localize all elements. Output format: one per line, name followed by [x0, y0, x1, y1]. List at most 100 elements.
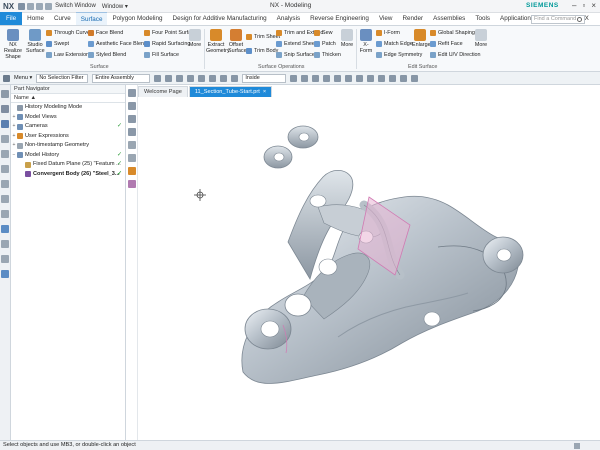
snap-face-icon[interactable] [389, 74, 397, 82]
tree-row[interactable]: Convergent Body (26) "Steel_3... ✓ [11, 170, 125, 180]
selection-filter-select[interactable]: No Selection Filter [36, 73, 89, 83]
feature-icon[interactable] [231, 74, 239, 82]
tab-polygon-modeling[interactable]: Polygon Modeling [107, 12, 167, 25]
visibility-check[interactable]: ✓ [117, 151, 122, 161]
tree-row[interactable]: + User Expressions [11, 132, 125, 142]
filter-icon[interactable] [154, 74, 162, 82]
history-icon[interactable] [1, 180, 9, 188]
edge-symmetry-button[interactable]: Edge Symmetry [376, 52, 422, 58]
through-curves-button[interactable]: Through Curves [46, 30, 93, 36]
patch-button[interactable]: Patch [314, 41, 336, 47]
tree-row[interactable]: − Model History ✓ [11, 151, 125, 161]
snap-endpoint-icon[interactable] [290, 74, 298, 82]
tree-row[interactable]: + Non-timestamp Geometry [11, 141, 125, 151]
rotate-icon[interactable] [127, 128, 136, 136]
snap-grid-icon[interactable] [356, 74, 364, 82]
match-edge-button[interactable]: Match Edge [376, 41, 413, 47]
minimize-icon[interactable]: – [572, 1, 576, 10]
bracket-body[interactable] [241, 125, 524, 384]
tab-reverse-engineering[interactable]: Reverse Engineering [305, 12, 374, 25]
snap-center-icon[interactable] [312, 74, 320, 82]
law-extension-button[interactable]: Law Extension [46, 52, 89, 58]
snap-icon[interactable] [165, 74, 173, 82]
tab-surface[interactable]: Surface [75, 12, 108, 25]
xform-button[interactable]: X-Form [358, 29, 374, 54]
tab-part-file[interactable]: 11_Section_Tube-Start.prt × [188, 86, 273, 97]
nx-realize-shape-button[interactable]: NX Realize Shape [3, 29, 23, 60]
visibility-check[interactable]: ✓ [117, 122, 122, 132]
studio-surface-button[interactable]: Studio Surface [26, 29, 45, 54]
more-edit-button[interactable]: More [474, 29, 488, 48]
fit-view-icon[interactable] [127, 89, 136, 97]
tab-application[interactable]: Application [495, 12, 536, 25]
tab-curve[interactable]: Curve [49, 12, 76, 25]
select-icon[interactable] [176, 74, 184, 82]
menu-button[interactable]: Menu ▾ [14, 75, 32, 81]
zoom-icon[interactable] [127, 102, 136, 110]
visibility-check[interactable]: ✓ [117, 170, 122, 180]
edit-uv-direction-button[interactable]: Edit U/V Direction [430, 52, 481, 58]
clip-section-icon[interactable] [127, 180, 136, 188]
tab-design-for-additive[interactable]: Design for Additive Manufacturing [168, 12, 272, 25]
snap-quadrant-icon[interactable] [323, 74, 331, 82]
switch-window-button[interactable]: Switch Window [52, 3, 99, 9]
undo-icon[interactable] [27, 2, 35, 10]
shaded-icon[interactable] [127, 154, 136, 162]
tab-assemblies[interactable]: Assemblies [428, 12, 470, 25]
navigator-column-header[interactable]: Name ▲ [11, 94, 125, 103]
assembly-navigator-icon[interactable] [1, 90, 9, 98]
global-shaping-button[interactable]: Global Shaping [430, 30, 475, 36]
more-operations-button[interactable]: More [340, 29, 354, 48]
tab-home[interactable]: Home [22, 12, 49, 25]
snap-vertex-icon[interactable] [411, 74, 419, 82]
save-icon[interactable] [18, 2, 26, 10]
face-icon[interactable] [209, 74, 217, 82]
face-blend-button[interactable]: Face Blend [88, 30, 123, 36]
sew-button[interactable]: Sew [314, 30, 333, 36]
selection-scope-select[interactable]: Entire Assembly [92, 73, 151, 83]
tab-analysis[interactable]: Analysis [272, 12, 305, 25]
offset-surface-button[interactable]: Offset Surface [228, 29, 247, 54]
tree-row[interactable]: + Cameras ✓ [11, 122, 125, 132]
part-model[interactable] [138, 97, 600, 440]
search-icon[interactable] [577, 17, 582, 22]
snip-surface-button[interactable]: Snip Surface [276, 52, 315, 58]
maximize-icon[interactable]: ▫ [582, 1, 585, 10]
point-icon[interactable] [187, 74, 195, 82]
redo-icon[interactable] [36, 2, 44, 10]
column-name[interactable]: Name ▲ [14, 94, 36, 102]
constraint-navigator-icon[interactable] [1, 105, 9, 113]
system-scenes-icon[interactable] [1, 270, 9, 278]
tab-render[interactable]: Render [397, 12, 428, 25]
body-icon[interactable] [220, 74, 228, 82]
palette-icon[interactable] [1, 255, 9, 263]
visibility-check[interactable]: ✓ [117, 160, 122, 170]
extract-geometry-button[interactable]: Extract Geometry [206, 29, 230, 54]
status-icon[interactable] [574, 443, 580, 449]
snap-intersection-icon[interactable] [334, 74, 342, 82]
part-navigator-icon[interactable] [1, 120, 9, 128]
extend-sheet-button[interactable]: Extend Sheet [276, 41, 316, 47]
edit-section-icon[interactable] [127, 167, 136, 175]
tab-welcome-page[interactable]: Welcome Page [138, 86, 188, 97]
process-studio-icon[interactable] [1, 210, 9, 218]
thicken-button[interactable]: Thicken [314, 52, 341, 58]
hd3d-tools-icon[interactable] [1, 150, 9, 158]
rapid-surfacing-button[interactable]: Rapid Surfacing [144, 41, 190, 47]
reuse-library-icon[interactable] [1, 135, 9, 143]
orient-view-icon[interactable] [127, 141, 136, 149]
window-menu[interactable]: Window ▾ [99, 3, 131, 10]
styled-blend-button[interactable]: Styled Blend [88, 52, 126, 58]
clock-icon[interactable] [1, 240, 9, 248]
snap-mode-select[interactable]: Inside [242, 73, 287, 83]
close-icon[interactable]: × [591, 1, 596, 10]
snap-existing-icon[interactable] [345, 74, 353, 82]
more-surface-button[interactable]: More [188, 29, 202, 48]
tab-file[interactable]: File [0, 12, 23, 25]
curve-icon[interactable] [198, 74, 206, 82]
refit-face-button[interactable]: Refit Face [430, 41, 463, 47]
snap-curve-icon[interactable] [378, 74, 386, 82]
tab-view[interactable]: View [374, 12, 398, 25]
system-materials-icon[interactable] [1, 195, 9, 203]
close-icon[interactable]: × [263, 87, 266, 97]
